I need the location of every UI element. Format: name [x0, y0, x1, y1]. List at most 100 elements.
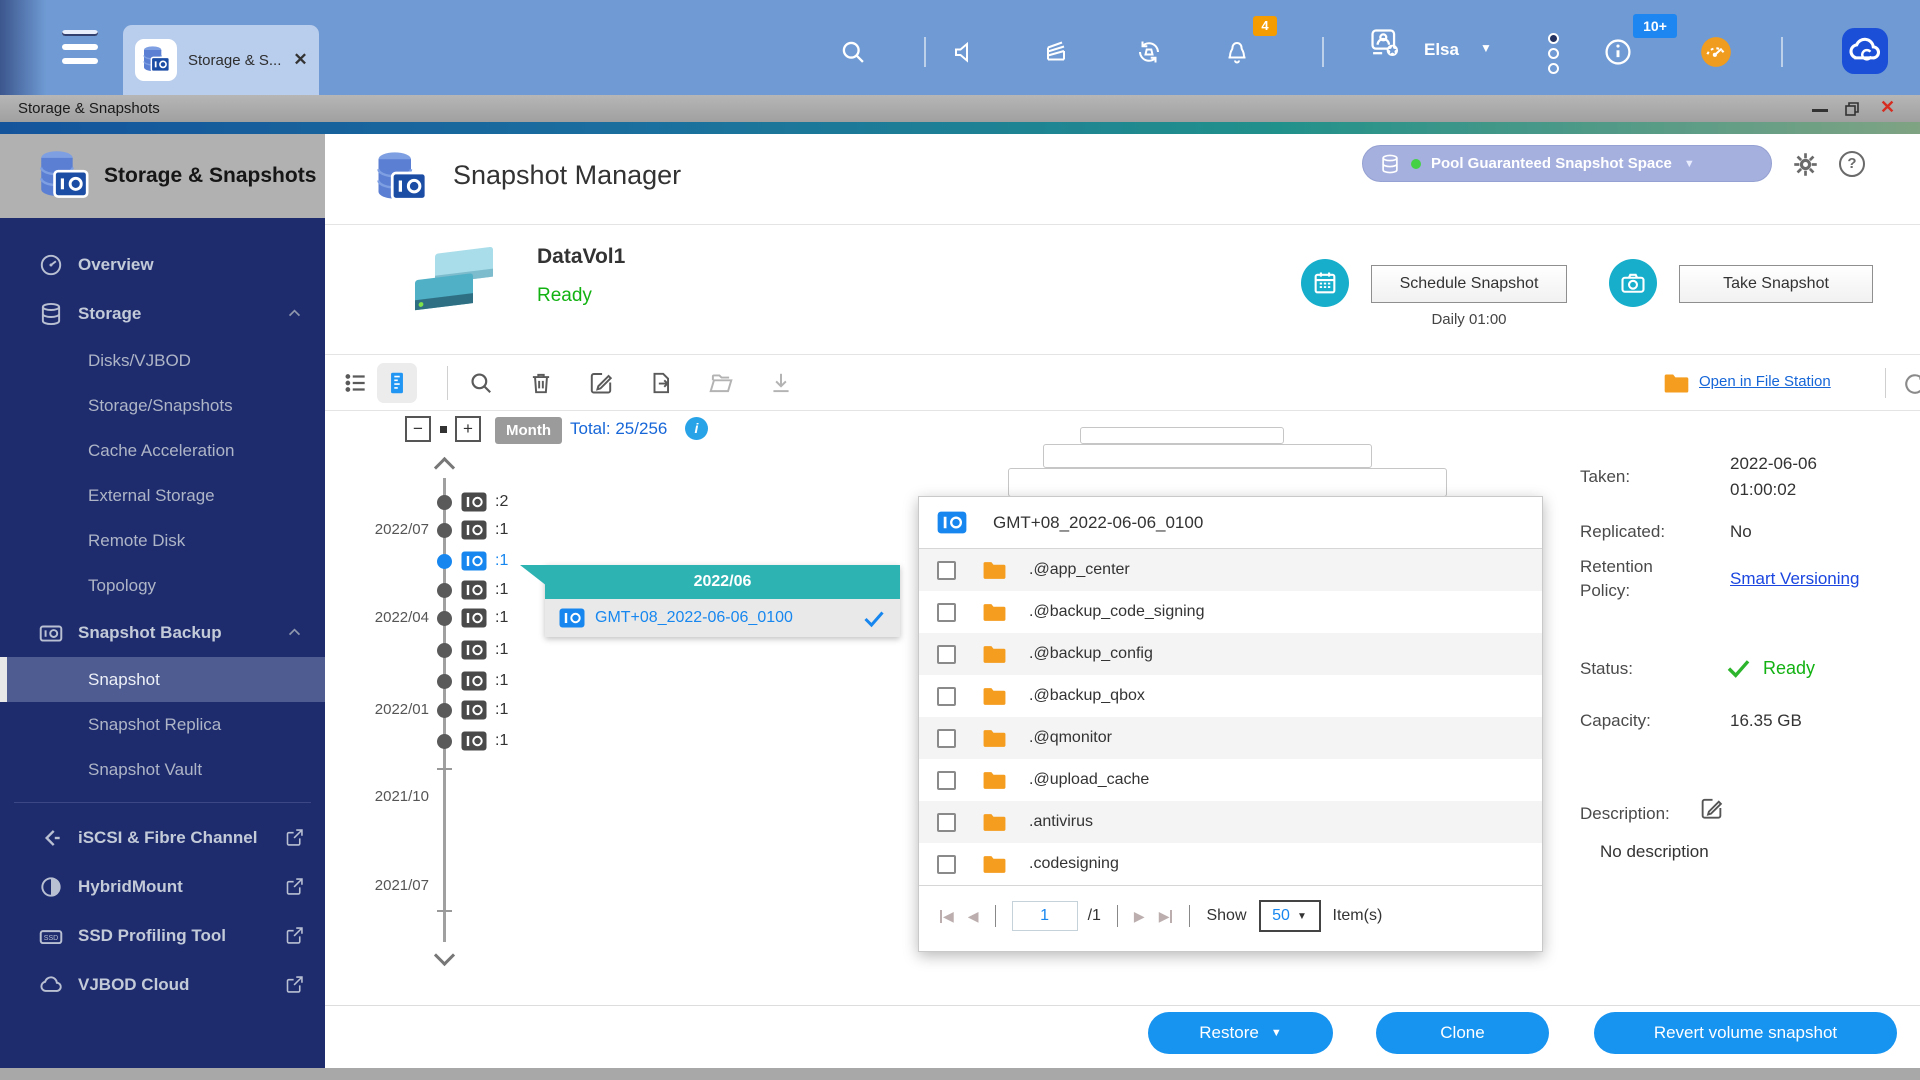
timeline-zoom-out-button[interactable]: −: [405, 416, 431, 442]
timeline-zoom-in-button[interactable]: +: [455, 416, 481, 442]
dashboard-icon[interactable]: [1700, 36, 1732, 68]
timeline-scroll-down-icon[interactable]: [434, 945, 455, 966]
restore-button[interactable]: Restore▼: [1148, 1012, 1333, 1054]
cloud-app-icon[interactable]: [1842, 28, 1888, 74]
download-icon[interactable]: [768, 370, 794, 396]
selected-snapshot-callout[interactable]: 2022/06 GMT+08_2022-06-06_0100: [545, 565, 900, 637]
pool-guaranteed-snapshot-space-button[interactable]: Pool Guaranteed Snapshot Space ▼: [1362, 145, 1772, 182]
timeline-dot[interactable]: [437, 611, 452, 626]
folder-row[interactable]: .@backup_code_signing: [919, 591, 1542, 633]
smart-versioning-link[interactable]: Smart Versioning: [1730, 569, 1859, 589]
timeline-dot[interactable]: [437, 554, 452, 569]
folder-row[interactable]: .@backup_qbox: [919, 675, 1542, 717]
clone-export-icon[interactable]: [648, 370, 674, 396]
folder-row[interactable]: .antivirus: [919, 801, 1542, 843]
info-icon[interactable]: i: [685, 417, 708, 440]
folder-row[interactable]: .@backup_config: [919, 633, 1542, 675]
sidebar-item-storage[interactable]: Storage: [0, 289, 325, 338]
sidebar-item-remote-disk[interactable]: Remote Disk: [0, 518, 325, 563]
snapshot-icon[interactable]: [461, 551, 487, 571]
checkbox[interactable]: [937, 855, 956, 874]
page-number-input[interactable]: 1: [1012, 901, 1078, 931]
sidebar-item-snapshot-backup[interactable]: Snapshot Backup: [0, 608, 325, 657]
more-options-icon[interactable]: [1548, 33, 1560, 78]
user-menu-caret-icon[interactable]: ▼: [1480, 41, 1492, 55]
snapshot-icon[interactable]: [461, 700, 487, 720]
close-icon[interactable]: ✕: [1880, 97, 1895, 118]
checkbox[interactable]: [937, 603, 956, 622]
clone-button[interactable]: Clone: [1376, 1012, 1549, 1054]
snapshot-icon[interactable]: [461, 580, 487, 600]
timeline-dot[interactable]: [437, 674, 452, 689]
timeline-dot[interactable]: [437, 734, 452, 749]
schedule-calendar-icon[interactable]: [1301, 259, 1349, 307]
sidebar-item-cache-acceleration[interactable]: Cache Acceleration: [0, 428, 325, 473]
snapshot-icon[interactable]: [461, 671, 487, 691]
sidebar-item-snapshot-replica[interactable]: Snapshot Replica: [0, 702, 325, 747]
snapshot-icon[interactable]: [461, 520, 487, 540]
snapshot-icon[interactable]: [461, 608, 487, 628]
search-icon[interactable]: [839, 38, 867, 66]
next-page-icon[interactable]: ▶: [1134, 908, 1145, 925]
edit-icon[interactable]: [588, 370, 614, 396]
help-icon[interactable]: ?: [1839, 151, 1865, 177]
snapshot-icon[interactable]: [461, 492, 487, 512]
timeline-dot[interactable]: [437, 583, 452, 598]
checkbox[interactable]: [937, 771, 956, 790]
app-tab-storage-snapshots[interactable]: Storage & S... ✕: [123, 25, 319, 95]
checkbox[interactable]: [937, 561, 956, 580]
sidebar-item-vjbod-cloud[interactable]: VJBOD Cloud: [0, 960, 325, 1009]
tab-close-icon[interactable]: ✕: [293, 50, 307, 70]
volume-icon[interactable]: [952, 38, 980, 66]
sidebar-item-overview[interactable]: Overview: [0, 240, 325, 289]
background-tasks-icon[interactable]: [1602, 36, 1634, 68]
main-menu-icon[interactable]: [62, 30, 98, 68]
search-icon[interactable]: [468, 370, 494, 396]
timeline-snapshot-row[interactable]: :1: [325, 727, 645, 755]
checkbox[interactable]: [937, 687, 956, 706]
sidebar-item-external-storage[interactable]: External Storage: [0, 473, 325, 518]
take-snapshot-button[interactable]: Take Snapshot: [1679, 265, 1873, 303]
checkbox[interactable]: [937, 813, 956, 832]
list-view-icon[interactable]: [343, 370, 369, 396]
media-console-icon[interactable]: [1043, 38, 1071, 66]
last-page-icon[interactable]: ▶: [1159, 908, 1174, 925]
timeline-snapshot-row[interactable]: :1: [325, 636, 645, 664]
timeline-dot[interactable]: [437, 495, 452, 510]
revert-volume-snapshot-button[interactable]: Revert volume snapshot: [1594, 1012, 1897, 1054]
minimize-icon[interactable]: [1812, 109, 1828, 112]
timeline-snapshot-row[interactable]: 2022/07:1: [325, 516, 645, 544]
sidebar-item-snapshot[interactable]: Snapshot: [0, 657, 325, 702]
gear-icon[interactable]: [1792, 151, 1819, 178]
checkbox[interactable]: [937, 729, 956, 748]
edit-description-icon[interactable]: [1699, 796, 1724, 821]
sidebar-item-topology[interactable]: Topology: [0, 563, 325, 608]
first-page-icon[interactable]: ◀: [939, 908, 954, 925]
checkbox[interactable]: [937, 645, 956, 664]
timeline-dot[interactable]: [437, 703, 452, 718]
user-name[interactable]: Elsa: [1424, 40, 1459, 60]
sidebar-item-iscsi-fibre-channel[interactable]: iSCSI & Fibre Channel: [0, 813, 325, 862]
callout-snapshot[interactable]: GMT+08_2022-06-06_0100: [545, 599, 900, 637]
sidebar-item-snapshot-vault[interactable]: Snapshot Vault: [0, 747, 325, 792]
sidebar-item-ssd-profiling-tool[interactable]: SSD Profiling Tool: [0, 911, 325, 960]
timeline-snapshot-row[interactable]: :1: [325, 667, 645, 695]
folder-row[interactable]: .codesigning: [919, 843, 1542, 885]
chevron-up-icon[interactable]: [286, 305, 303, 322]
sidebar-item-storage-snapshots[interactable]: Storage/Snapshots: [0, 383, 325, 428]
delete-icon[interactable]: [528, 370, 554, 396]
snapshot-icon[interactable]: [461, 640, 487, 660]
schedule-snapshot-button[interactable]: Schedule Snapshot: [1371, 265, 1567, 303]
timeline-dot[interactable]: [437, 523, 452, 538]
sync-icon[interactable]: [1135, 38, 1163, 66]
open-folder-icon[interactable]: [708, 370, 734, 396]
user-avatar-icon[interactable]: [1368, 26, 1402, 60]
timeline-view-icon[interactable]: [384, 370, 410, 396]
folder-row[interactable]: .@upload_cache: [919, 759, 1542, 801]
notifications-bell-icon[interactable]: [1223, 38, 1251, 66]
page-size-select[interactable]: 50▼: [1259, 900, 1321, 932]
timeline-dot[interactable]: [437, 643, 452, 658]
chevron-up-icon[interactable]: [286, 624, 303, 641]
refresh-icon[interactable]: [1901, 370, 1920, 398]
timeline-scroll-up-icon[interactable]: [434, 457, 455, 478]
